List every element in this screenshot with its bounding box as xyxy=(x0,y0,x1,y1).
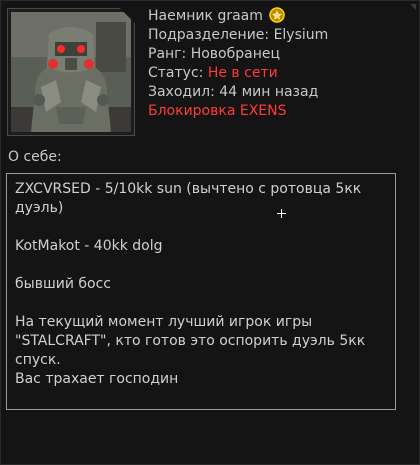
profile-info: Наемник graam Подразделение: Elysium Ран… xyxy=(148,7,328,121)
panel-corner-decoration xyxy=(410,4,416,10)
rank-badge-icon xyxy=(269,7,286,23)
crosshair-cursor-icon xyxy=(277,209,286,218)
division: Подразделение: Elysium xyxy=(148,27,329,43)
block-status: Блокировка EXENS xyxy=(148,103,287,119)
last-seen: Заходил: 44 мин назад xyxy=(148,84,319,100)
about-text: ZXCVRSED - 5/10kk sun (вычтено с ротовца… xyxy=(15,181,366,387)
name-row: Наемник graam xyxy=(148,7,328,26)
avatar-image xyxy=(11,12,131,132)
status: Статус: Не в сети xyxy=(148,64,328,83)
status-value: Не в сети xyxy=(207,65,278,81)
about-textbox[interactable]: ZXCVRSED - 5/10kk sun (вычтено с ротовца… xyxy=(6,173,396,410)
about-label: О себе: xyxy=(8,149,62,165)
profile-panel: Наемник graam Подразделение: Elysium Ран… xyxy=(0,0,420,465)
status-label: Статус: xyxy=(148,65,208,81)
avatar xyxy=(7,8,135,136)
rank: Ранг: Новобранец xyxy=(148,46,281,62)
player-name[interactable]: Наемник graam xyxy=(148,8,263,24)
